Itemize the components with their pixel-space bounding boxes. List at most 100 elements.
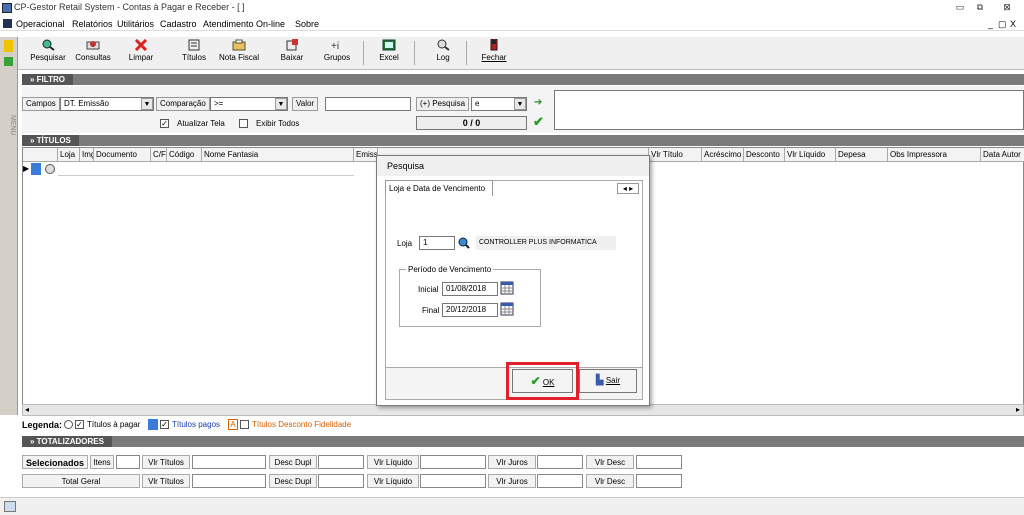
- menu-atendimento[interactable]: Atendimento On-line: [203, 19, 285, 29]
- toolbar-separator: [466, 41, 467, 65]
- selecionados-label: Selecionados: [22, 455, 88, 469]
- inicial-date-input[interactable]: 01/08/2018: [442, 282, 498, 296]
- final-date-input[interactable]: 20/12/2018: [442, 303, 498, 317]
- col-codigo[interactable]: Código: [167, 148, 202, 162]
- log-button[interactable]: Log: [428, 39, 458, 69]
- pesquisar-button[interactable]: Pesquisar: [28, 39, 68, 69]
- pesquisa-label: (+) Pesquisa: [416, 97, 470, 111]
- sel-vlr-liquido-label: Vlr Líquido: [367, 455, 419, 469]
- apply-filter-check-icon[interactable]: ✔: [533, 114, 544, 130]
- exibir-todos-checkbox[interactable]: [239, 119, 248, 128]
- legend: Legenda: ✓ Títulos à pagar ✓ Títulos pag…: [22, 418, 1024, 432]
- fechar-label: Fechar: [481, 53, 507, 62]
- col-documento[interactable]: Documento: [94, 148, 151, 162]
- search-icon: [42, 39, 55, 51]
- col-vlr-liquido[interactable]: Vlr Líquido: [785, 148, 836, 162]
- col-cf[interactable]: C/F: [151, 148, 167, 162]
- sel-desc-dupl-label: Desc Dupl: [269, 455, 317, 469]
- log-icon: [437, 39, 450, 51]
- campos-dropdown-icon[interactable]: ▼: [141, 98, 153, 110]
- legend-desconto-checkbox[interactable]: [240, 420, 249, 429]
- col-vlr-titulo[interactable]: Vlr Título: [649, 148, 702, 162]
- row-selected-cell[interactable]: [31, 163, 41, 175]
- limpar-button[interactable]: Limpar: [124, 39, 158, 69]
- baixar-button[interactable]: Baixar: [276, 39, 308, 69]
- menu-cadastro[interactable]: Cadastro: [160, 19, 197, 29]
- menu-operacional[interactable]: Operacional: [16, 19, 65, 29]
- campos-select[interactable]: DT. Emissão: [60, 97, 154, 111]
- sel-vlr-juros-value: [537, 455, 583, 469]
- filtro-section-bar: » FILTRO: [22, 74, 1024, 85]
- mdi-close-button[interactable]: X: [1010, 19, 1016, 29]
- menu-utilitarios[interactable]: Utilitários: [117, 19, 154, 29]
- consultas-button[interactable]: Consultas: [72, 39, 114, 69]
- tot-vlr-titulos-label: Vlr Títulos: [142, 474, 190, 488]
- titles-icon: [188, 39, 200, 51]
- col-emissao[interactable]: Emissão: [354, 148, 378, 162]
- pesquisa-dialog: Pesquisa Loja e Data de Vencimento ◂ ▸ L…: [376, 155, 650, 406]
- legend-desconto-box: A: [228, 419, 238, 430]
- atualizar-tela-checkbox[interactable]: ✓: [160, 119, 169, 128]
- toolbar: Pesquisar Consultas Limpar Títulos Nota …: [18, 37, 1024, 70]
- tab-loja-data[interactable]: Loja e Data de Vencimento: [385, 180, 493, 196]
- excel-icon: [382, 39, 396, 51]
- table-row[interactable]: [58, 162, 354, 176]
- groups-icon: +i: [331, 41, 339, 51]
- side-menu-strip[interactable]: MENU: [0, 37, 18, 415]
- scroll-left-icon[interactable]: ◂: [25, 405, 29, 414]
- fechar-button[interactable]: Fechar: [478, 39, 510, 69]
- comparacao-dropdown-icon[interactable]: ▼: [275, 98, 287, 110]
- minimize-button[interactable]: ▭: [950, 1, 970, 14]
- legend-a-pagar-checkbox[interactable]: ✓: [75, 420, 84, 429]
- col-data-autor[interactable]: Data Autor: [981, 148, 1024, 162]
- legend-a-pagar-icon: [64, 420, 73, 429]
- grupos-button[interactable]: +i Grupos: [320, 39, 354, 69]
- sel-vlr-juros-label: Vlr Juros: [488, 455, 536, 469]
- mdi-restore-button[interactable]: ▢: [998, 19, 1007, 30]
- final-calendar-icon[interactable]: [500, 302, 514, 316]
- totalizadores-section-bar: » TOTALIZADORES: [22, 436, 1024, 447]
- scroll-right-icon[interactable]: ▸: [1016, 405, 1020, 414]
- titulos-button[interactable]: Títulos: [176, 39, 212, 69]
- loja-input[interactable]: 1: [419, 236, 455, 250]
- row-status-radio[interactable]: [45, 164, 55, 174]
- legend-pagos-checkbox[interactable]: ✓: [160, 420, 169, 429]
- col-obs-impressora[interactable]: Obs Impressora: [888, 148, 981, 162]
- invoice-icon: [232, 39, 246, 51]
- add-filter-arrow-icon[interactable]: ➔: [534, 97, 542, 108]
- col-loja[interactable]: Loja: [58, 148, 80, 162]
- loja-search-icon[interactable]: [458, 237, 470, 249]
- valor-input[interactable]: [325, 97, 411, 111]
- tot-desc-dupl-value: [318, 474, 364, 488]
- tot-vlr-desc-value: [636, 474, 682, 488]
- close-door-icon: [490, 39, 498, 51]
- col-acrescimo[interactable]: Acréscimo: [702, 148, 744, 162]
- mdi-minimize-button[interactable]: _: [988, 19, 993, 29]
- window-title: CP-Gestor Retail System - Contas à Pagar…: [14, 2, 245, 12]
- expand-icon[interactable]: [4, 57, 13, 66]
- menu-relatorios[interactable]: Relatórios: [72, 19, 113, 29]
- col-nome-fantasia[interactable]: Nome Fantasia: [202, 148, 354, 162]
- ok-button[interactable]: ✔ OK: [512, 369, 573, 393]
- restore-button[interactable]: ⧉: [970, 1, 990, 14]
- title-bar: CP-Gestor Retail System - Contas à Pagar…: [0, 0, 1024, 16]
- col-desconto[interactable]: Desconto: [744, 148, 785, 162]
- menu-sobre[interactable]: Sobre: [295, 19, 319, 29]
- nota-fiscal-button[interactable]: Nota Fiscal: [216, 39, 262, 69]
- tot-vlr-liquido-label: Vlr Líquido: [367, 474, 419, 488]
- col-img[interactable]: Img: [80, 148, 94, 162]
- sel-vlr-liquido-value: [420, 455, 486, 469]
- col-depesa[interactable]: Depesa: [836, 148, 888, 162]
- pin-icon[interactable]: [4, 40, 13, 52]
- sair-button[interactable]: ▙ Sair: [579, 369, 637, 393]
- toolbar-separator: [414, 41, 415, 65]
- close-button[interactable]: ⊠: [994, 1, 1020, 14]
- pesquisa-dropdown-icon[interactable]: ▼: [514, 98, 526, 110]
- filter-expression-box[interactable]: [554, 90, 1024, 130]
- periodo-groupbox: [399, 269, 541, 327]
- taskbar-window-icon[interactable]: [4, 501, 16, 512]
- excel-button[interactable]: Excel: [374, 39, 404, 69]
- tab-scroll-icon[interactable]: ◂ ▸: [617, 183, 639, 194]
- campos-label: Campos: [22, 97, 60, 111]
- inicial-calendar-icon[interactable]: [500, 281, 514, 295]
